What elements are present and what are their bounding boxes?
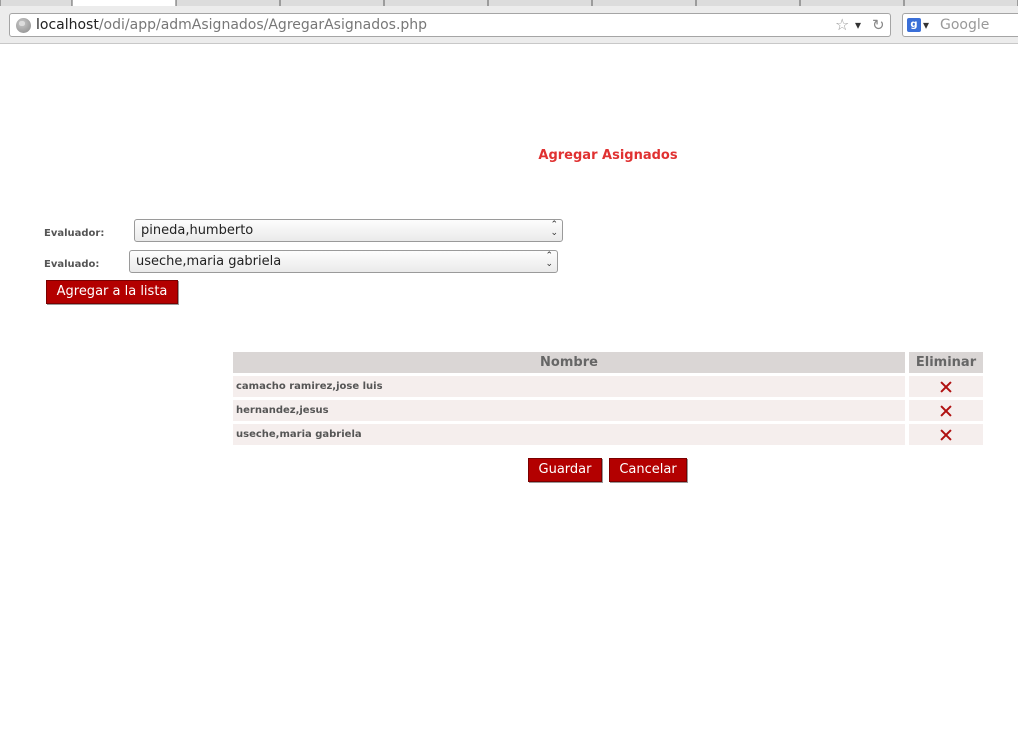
bookmark-star-icon[interactable]: ☆ — [835, 15, 849, 35]
reload-icon[interactable]: ↻ — [872, 15, 885, 35]
delete-icon[interactable] — [940, 381, 952, 393]
page-title: Agregar Asignados — [538, 148, 678, 163]
select-arrows-icon: ⌃ ⌄ — [550, 220, 558, 238]
add-to-list-button[interactable]: Agregar a la lista — [46, 280, 178, 304]
row-eliminar — [909, 376, 983, 397]
search-engine-dropdown-icon[interactable]: ▾ — [923, 15, 929, 35]
save-button[interactable]: Guardar — [528, 458, 602, 482]
browser-toolbar: localhost/odi/app/admAsignados/AgregarAs… — [0, 6, 1018, 44]
search-input[interactable]: Google — [940, 17, 989, 33]
row-nombre: camacho ramirez,jose luis — [233, 376, 905, 397]
table-row: useche,maria gabriela — [233, 424, 983, 445]
evaluador-select[interactable]: pineda,humberto ⌃ ⌄ — [134, 219, 563, 242]
row-eliminar — [909, 400, 983, 421]
globe-icon — [16, 18, 31, 33]
row-nombre: hernandez,jesus — [233, 400, 905, 421]
cancel-button[interactable]: Cancelar — [609, 458, 687, 482]
evaluado-value: useche,maria gabriela — [136, 254, 282, 269]
evaluado-label: Evaluado: — [44, 259, 100, 270]
evaluador-value: pineda,humberto — [141, 223, 254, 238]
table-row: camacho ramirez,jose luis — [233, 376, 983, 397]
table-row: hernandez,jesus — [233, 400, 983, 421]
row-eliminar — [909, 424, 983, 445]
delete-icon[interactable] — [940, 429, 952, 441]
url-text[interactable]: localhost/odi/app/admAsignados/AgregarAs… — [36, 17, 427, 33]
search-bar[interactable]: g ▾ Google — [902, 13, 1018, 37]
header-nombre: Nombre — [233, 352, 905, 373]
url-host: localhost — [36, 17, 99, 33]
url-bar[interactable]: localhost/odi/app/admAsignados/AgregarAs… — [9, 13, 891, 37]
chevron-down-icon[interactable]: ▾ — [855, 15, 861, 35]
google-icon[interactable]: g — [907, 18, 921, 32]
assigned-table: Nombre Eliminar camacho ramirez,jose lui… — [233, 349, 983, 448]
table-header-row: Nombre Eliminar — [233, 352, 983, 373]
row-nombre: useche,maria gabriela — [233, 424, 905, 445]
select-arrows-icon: ⌃ ⌄ — [545, 251, 553, 269]
delete-icon[interactable] — [940, 405, 952, 417]
header-eliminar: Eliminar — [909, 352, 983, 373]
evaluador-label: Evaluador: — [44, 228, 105, 239]
url-path: /odi/app/admAsignados/AgregarAsignados.p… — [98, 17, 428, 33]
evaluado-select[interactable]: useche,maria gabriela ⌃ ⌄ — [129, 250, 558, 273]
